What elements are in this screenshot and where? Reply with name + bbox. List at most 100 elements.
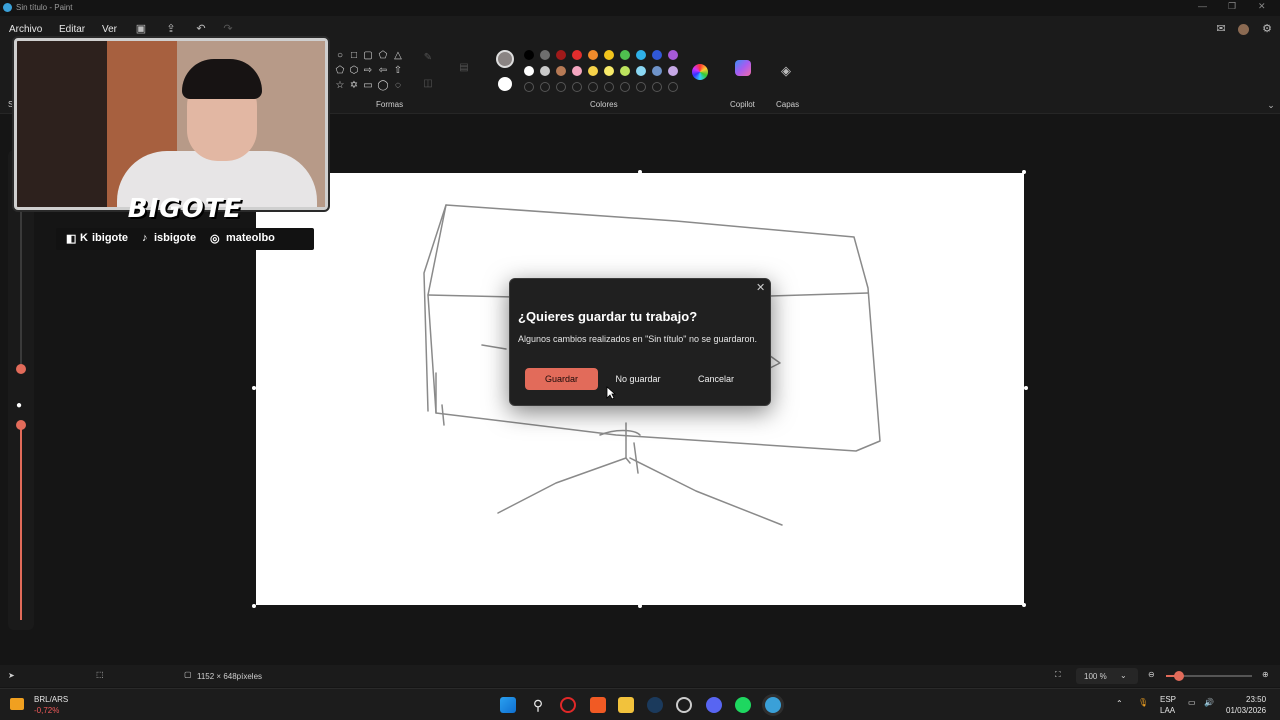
color-swatch[interactable] bbox=[636, 50, 646, 60]
star-shape-icon[interactable]: ☆ bbox=[334, 80, 346, 92]
fill-icon[interactable]: ◫ bbox=[422, 78, 434, 90]
canvas-resize-handle-bottom[interactable] bbox=[638, 604, 642, 608]
color-swatch[interactable] bbox=[540, 50, 550, 60]
polygon-shape-icon[interactable]: ⬠ bbox=[377, 50, 389, 62]
clock-date[interactable]: 01/03/2026 bbox=[1226, 706, 1266, 715]
color-swatch[interactable] bbox=[572, 50, 582, 60]
share-icon[interactable]: ⇪ bbox=[164, 22, 178, 36]
canvas-resize-handle-bottom-left[interactable] bbox=[252, 604, 256, 608]
opacity-slider-track[interactable] bbox=[20, 425, 22, 620]
network-icon[interactable]: ▭ bbox=[1188, 698, 1196, 707]
menu-view[interactable]: Ver bbox=[102, 24, 117, 35]
color-swatch[interactable] bbox=[636, 66, 646, 76]
callout-rect-shape-icon[interactable]: ▭ bbox=[362, 80, 374, 92]
custom-color-slot[interactable] bbox=[604, 82, 614, 92]
custom-color-slot[interactable] bbox=[620, 82, 630, 92]
maximize-button[interactable]: ❐ bbox=[1228, 1, 1236, 12]
arrow-left-shape-icon[interactable]: ⇦ bbox=[377, 65, 389, 77]
language-bottom[interactable]: LAA bbox=[1160, 706, 1175, 715]
color-swatch[interactable] bbox=[668, 66, 678, 76]
custom-color-slot[interactable] bbox=[636, 82, 646, 92]
size-slider-thumb[interactable] bbox=[16, 364, 26, 374]
dialog-close-icon[interactable]: ✕ bbox=[756, 281, 765, 294]
hexagon-shape-icon[interactable]: ⬡ bbox=[348, 65, 360, 77]
color-swatch[interactable] bbox=[524, 66, 534, 76]
cancel-button[interactable]: Cancelar bbox=[684, 368, 748, 390]
canvas-resize-handle-right[interactable] bbox=[1024, 386, 1028, 390]
zoom-out-icon[interactable]: ⊖ bbox=[1148, 670, 1155, 679]
edit-colors-icon[interactable] bbox=[692, 64, 708, 80]
language-top[interactable]: ESP bbox=[1160, 695, 1176, 704]
color-swatch[interactable] bbox=[588, 66, 598, 76]
arrow-right-shape-icon[interactable]: ⇨ bbox=[362, 65, 374, 77]
microphone-icon[interactable]: 🎙 bbox=[1138, 698, 1148, 707]
start-windows-icon[interactable] bbox=[500, 697, 516, 713]
canvas-resize-handle-bottom-right[interactable] bbox=[1022, 603, 1026, 607]
pentagon-shape-icon[interactable]: ⬠ bbox=[334, 65, 346, 77]
brave-icon[interactable] bbox=[590, 697, 606, 713]
color-swatch[interactable] bbox=[620, 66, 630, 76]
discord-icon[interactable] bbox=[706, 697, 722, 713]
redo-icon[interactable]: ↷ bbox=[221, 22, 235, 36]
callout-oval-shape-icon[interactable]: ◯ bbox=[377, 80, 389, 92]
arrow-up-shape-icon[interactable]: ⇧ bbox=[392, 65, 404, 77]
color-swatch[interactable] bbox=[668, 50, 678, 60]
color-swatch[interactable] bbox=[620, 50, 630, 60]
canvas-resize-handle-left[interactable] bbox=[252, 386, 256, 390]
color-swatch[interactable] bbox=[652, 66, 662, 76]
rectangle-shape-icon[interactable]: □ bbox=[348, 50, 360, 62]
close-window-button[interactable]: ✕ bbox=[1258, 1, 1266, 12]
custom-color-slot[interactable] bbox=[572, 82, 582, 92]
custom-color-slot[interactable] bbox=[668, 82, 678, 92]
volume-icon[interactable]: 🔊 bbox=[1204, 698, 1214, 707]
opacity-slider-thumb[interactable] bbox=[16, 420, 26, 430]
rounded-rectangle-shape-icon[interactable]: ▢ bbox=[362, 50, 374, 62]
search-icon[interactable]: ⚲ bbox=[530, 697, 546, 713]
zoom-slider-thumb[interactable] bbox=[1174, 671, 1184, 681]
save-button[interactable]: Guardar bbox=[525, 368, 598, 390]
minimize-button[interactable]: — bbox=[1198, 1, 1207, 11]
steam-icon[interactable] bbox=[647, 697, 663, 713]
announce-icon[interactable]: ✉ bbox=[1214, 22, 1228, 36]
primary-color-swatch[interactable] bbox=[496, 50, 514, 68]
zoom-in-icon[interactable]: ⊕ bbox=[1262, 670, 1269, 679]
custom-color-slot[interactable] bbox=[540, 82, 550, 92]
triangle-shape-icon[interactable]: △ bbox=[392, 50, 404, 62]
account-avatar-icon[interactable] bbox=[1238, 24, 1249, 35]
oval-shape-icon[interactable]: ○ bbox=[334, 50, 346, 62]
color-swatch[interactable] bbox=[556, 50, 566, 60]
outline-icon[interactable]: ✎ bbox=[422, 52, 434, 64]
custom-color-slot[interactable] bbox=[556, 82, 566, 92]
color-swatch[interactable] bbox=[652, 50, 662, 60]
menu-file[interactable]: Archivo bbox=[9, 24, 42, 35]
canvas-resize-handle-top-right[interactable] bbox=[1022, 170, 1026, 174]
color-swatch[interactable] bbox=[556, 66, 566, 76]
color-swatch[interactable] bbox=[604, 66, 614, 76]
layers-icon[interactable]: ◈ bbox=[779, 64, 793, 78]
custom-color-slot[interactable] bbox=[588, 82, 598, 92]
menu-edit[interactable]: Editar bbox=[59, 24, 85, 35]
callout-round-shape-icon[interactable]: ◌ bbox=[392, 80, 404, 92]
canvas-resize-handle-top[interactable] bbox=[638, 170, 642, 174]
clock-time[interactable]: 23:50 bbox=[1246, 695, 1266, 704]
settings-gear-icon[interactable]: ⚙ bbox=[1260, 22, 1274, 36]
shape-style-icon[interactable]: ▤ bbox=[458, 62, 470, 74]
file-explorer-icon[interactable] bbox=[618, 697, 634, 713]
star6-shape-icon[interactable]: ✡ bbox=[348, 80, 360, 92]
spotify-icon[interactable] bbox=[735, 697, 751, 713]
color-swatch[interactable] bbox=[604, 50, 614, 60]
opera-icon[interactable] bbox=[560, 697, 576, 713]
save-icon[interactable]: ▣ bbox=[134, 22, 148, 36]
fit-to-window-icon[interactable]: ⛶ bbox=[1055, 670, 1061, 680]
custom-color-slot[interactable] bbox=[652, 82, 662, 92]
copilot-icon[interactable] bbox=[735, 60, 751, 76]
color-swatch[interactable] bbox=[524, 50, 534, 60]
custom-color-slot[interactable] bbox=[524, 82, 534, 92]
tray-overflow-chevron-icon[interactable]: ⌃ bbox=[1116, 699, 1123, 708]
ribbon-collapse-chevron-icon[interactable]: ⌄ bbox=[1264, 98, 1278, 112]
chatgpt-icon[interactable] bbox=[676, 697, 692, 713]
color-swatch[interactable] bbox=[588, 50, 598, 60]
color-swatch[interactable] bbox=[572, 66, 582, 76]
paint-taskbar-icon[interactable] bbox=[765, 697, 781, 713]
undo-icon[interactable]: ↶ bbox=[194, 22, 208, 36]
